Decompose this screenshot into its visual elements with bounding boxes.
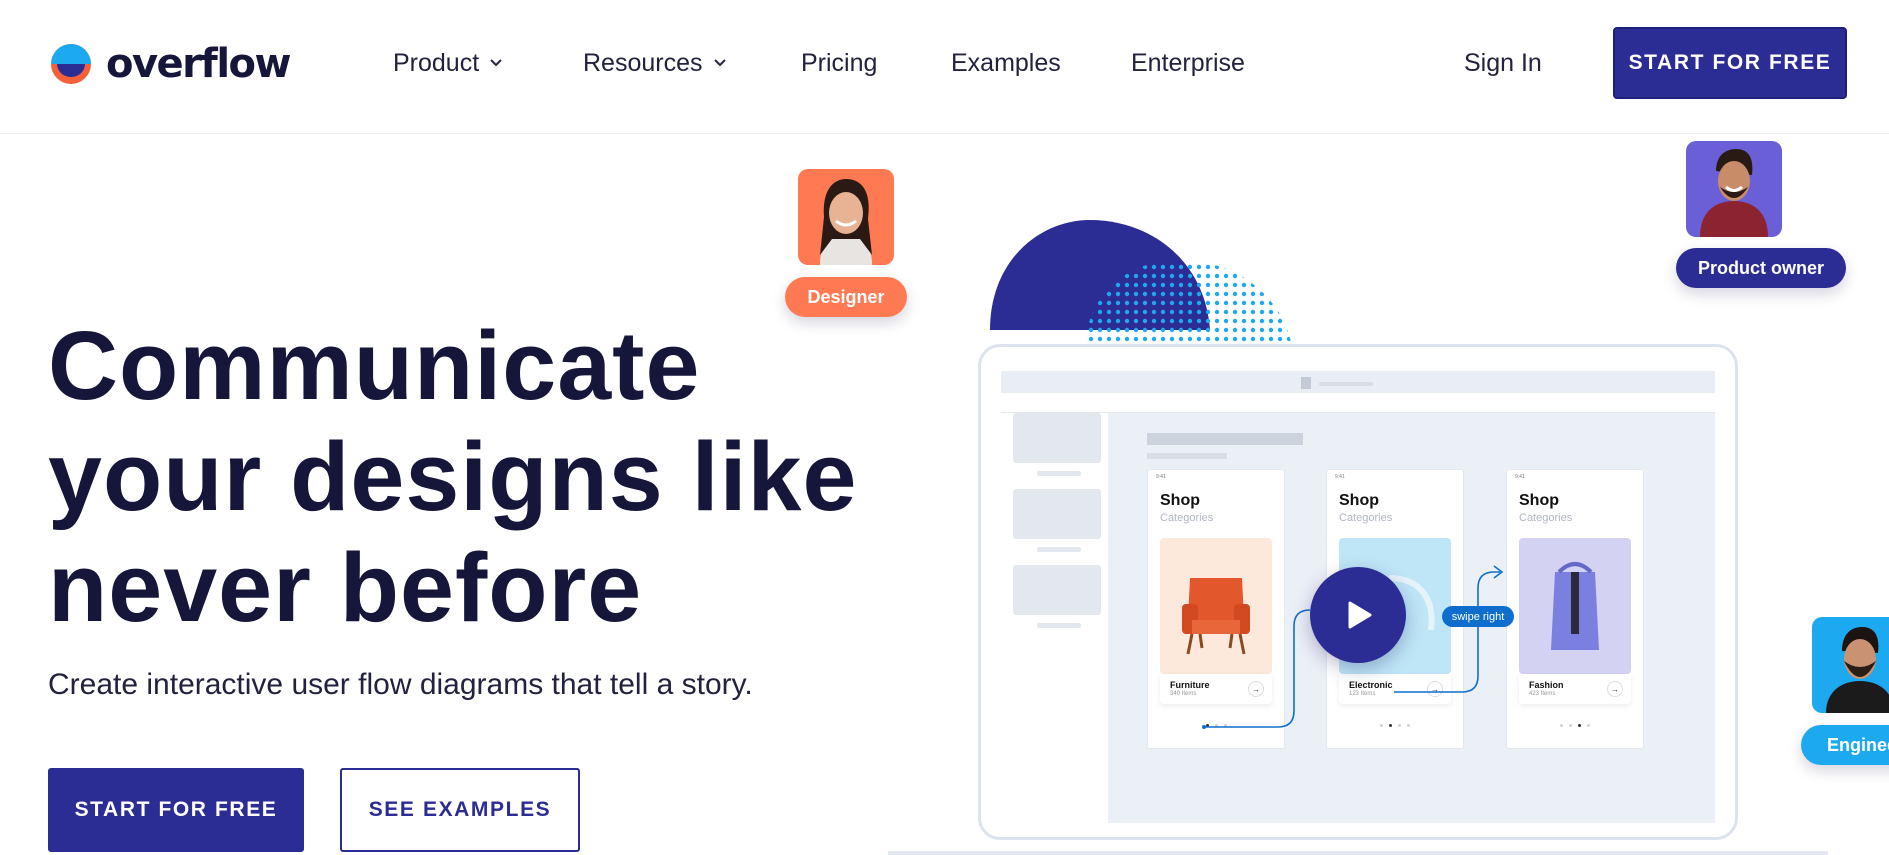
page-dots	[1148, 724, 1284, 727]
hero-title-line: your designs like	[48, 422, 858, 531]
overflow-logo[interactable]: overflow	[48, 41, 291, 87]
hero-title-line: never before	[48, 533, 643, 642]
screen-title: Shop	[1160, 492, 1200, 509]
nav-item-label: Enterprise	[1131, 48, 1245, 77]
category-name: Fashion	[1529, 680, 1564, 690]
nav-item-product[interactable]: Product	[393, 45, 503, 81]
category-card-footer: Electronic 123 Items →	[1339, 674, 1451, 704]
chevron-down-icon	[713, 59, 726, 67]
sidebar-thumb-label	[1037, 623, 1081, 628]
hero-title-line: Communicate	[48, 311, 701, 420]
category-name: Electronic	[1349, 680, 1393, 690]
status-time: 9:41	[1515, 474, 1525, 480]
nav-item-label: Pricing	[801, 48, 878, 77]
sidebar-thumbnail	[1013, 413, 1101, 463]
url-placeholder	[1319, 382, 1373, 386]
nav-item-enterprise[interactable]: Enterprise	[1131, 45, 1245, 81]
sidebar-thumbnail	[1013, 565, 1101, 615]
device-base-line	[888, 851, 1828, 855]
backpack-image	[1519, 538, 1631, 674]
arrow-right-icon: →	[1607, 681, 1623, 697]
swipe-right-label: swipe right	[1442, 606, 1514, 627]
designer-role-badge: Designer	[785, 277, 907, 317]
category-name: Furniture	[1170, 680, 1210, 690]
phone-screen-fashion: 9:41 Shop Categories Fashion 423 Items →	[1506, 469, 1644, 749]
chevron-down-icon	[490, 59, 502, 67]
play-video-button[interactable]	[1310, 567, 1406, 663]
hero-subtitle: Create interactive user flow diagrams th…	[48, 668, 753, 701]
hero-start-for-free-button[interactable]: START FOR FREE	[48, 768, 304, 852]
mockup-sidebar	[1001, 413, 1109, 823]
product-owner-role-badge: Product owner	[1676, 248, 1846, 288]
armchair-image	[1160, 538, 1272, 674]
screen-subtitle: Categories	[1160, 512, 1214, 524]
category-card-footer: Fashion 423 Items →	[1519, 674, 1631, 704]
arrow-right-icon: →	[1427, 681, 1443, 697]
play-icon	[1348, 601, 1372, 629]
status-time: 9:41	[1335, 474, 1345, 480]
engineer-avatar	[1812, 617, 1889, 713]
sidebar-thumb-label	[1037, 471, 1081, 476]
hero-title: Communicate your designs like never befo…	[48, 310, 908, 643]
canvas-subtitle-placeholder	[1147, 453, 1227, 459]
start-for-free-button[interactable]: START FOR FREE	[1613, 27, 1847, 99]
screen-title: Shop	[1519, 492, 1559, 509]
status-time: 9:41	[1156, 474, 1166, 480]
nav-item-examples[interactable]: Examples	[951, 45, 1061, 81]
sidebar-thumb-label	[1037, 547, 1081, 552]
arrow-right-icon: →	[1248, 681, 1264, 697]
overflow-logo-icon	[48, 43, 94, 85]
screen-subtitle: Categories	[1519, 512, 1573, 524]
decorative-shapes	[990, 220, 1292, 346]
sidebar-thumbnail	[1013, 489, 1101, 539]
designer-avatar	[798, 169, 894, 265]
page-dots	[1327, 724, 1463, 727]
category-count: 123 Items	[1349, 691, 1376, 697]
screen-subtitle: Categories	[1339, 512, 1393, 524]
canvas-title-placeholder	[1147, 433, 1303, 445]
document-icon	[1301, 377, 1311, 389]
nav-item-resources[interactable]: Resources	[583, 45, 727, 81]
nav-item-label: Product	[393, 48, 480, 77]
category-card-footer: Furniture 340 Items →	[1160, 674, 1272, 704]
nav-item-label: Resources	[583, 48, 703, 77]
mockup-canvas: 9:41 Shop Categories Furniture 340 Items…	[1109, 413, 1715, 823]
product-owner-avatar	[1686, 141, 1782, 237]
sign-in-link[interactable]: Sign In	[1464, 45, 1542, 81]
phone-screen-furniture: 9:41 Shop Categories Furniture 340 Items…	[1147, 469, 1285, 749]
see-examples-button[interactable]: SEE EXAMPLES	[340, 768, 580, 852]
page-dots	[1507, 724, 1643, 727]
engineer-role-badge: Enginee	[1801, 725, 1889, 765]
toolbar-strip	[1001, 393, 1715, 413]
screen-title: Shop	[1339, 492, 1379, 509]
brand-name: overflow	[106, 41, 291, 87]
nav-item-pricing[interactable]: Pricing	[801, 45, 877, 81]
category-count: 340 Items	[1170, 691, 1197, 697]
category-count: 423 Items	[1529, 691, 1556, 697]
nav-item-label: Examples	[951, 48, 1061, 77]
site-header: overflow Product Resources Pricing Examp…	[0, 0, 1889, 134]
